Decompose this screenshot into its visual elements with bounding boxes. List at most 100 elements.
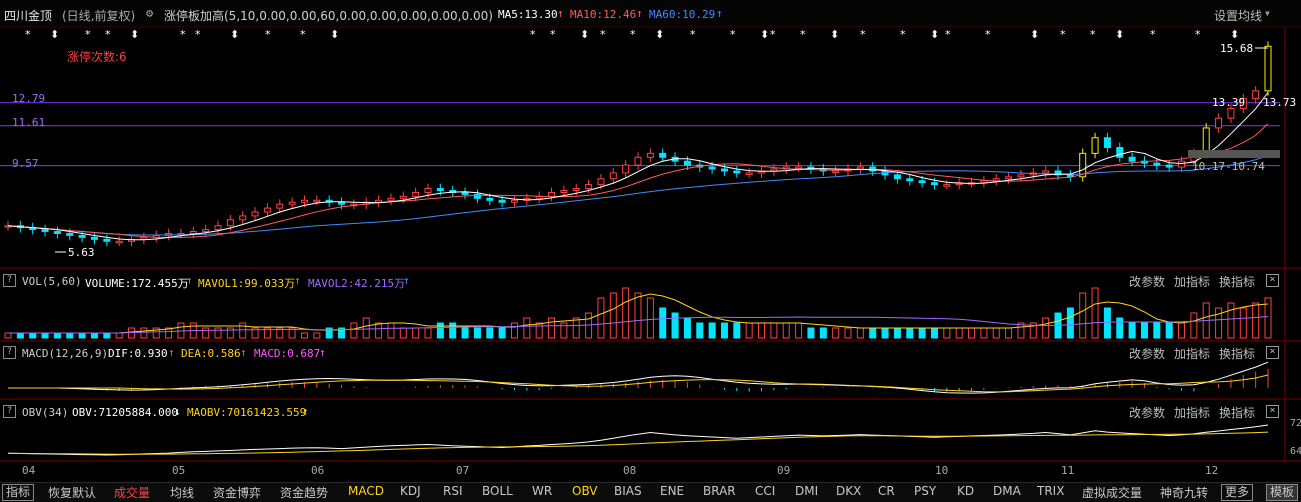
tab-fund-trend[interactable]: 资金趋势 [280,484,328,501]
star-marker-icon: * [1150,28,1156,41]
candle-body [560,190,568,193]
volume-bar [930,327,938,339]
mavol1-arrow-icon: ↑ [294,274,301,287]
stock-name[interactable]: 四川金顶 [4,7,52,24]
candle-body [115,240,123,244]
settings-ma-button[interactable]: 设置均线 [1214,7,1262,24]
star-marker-icon: * [195,28,201,41]
candle-body [856,166,864,170]
chevron-down-icon[interactable]: ▼ [1265,9,1270,18]
obv-help-button[interactable]: ? [3,405,16,418]
star-marker-icon: * [265,28,271,41]
obv-maobv: MAOBV:70161423.559 [187,406,307,419]
volume-bar [436,322,444,339]
volume-bar [1165,322,1173,339]
tab-magic-nine[interactable]: 神奇九转 [1160,484,1208,501]
obv-close-icon[interactable]: × [1266,405,1279,418]
macd-dea: DEA:0.586 [181,347,241,360]
candle-body [720,168,728,172]
candle-body [646,152,654,158]
macd-add-indicator-button[interactable]: 加指标 [1174,345,1210,362]
star-marker-icon: * [800,28,806,41]
arrow-marker-icon: ⬍ [1115,28,1124,41]
candle-body [745,172,753,175]
tab-boll[interactable]: BOLL [482,484,513,498]
vol-change-params-button[interactable]: 改参数 [1129,273,1165,290]
arrow-marker-icon: ⬍ [930,28,939,41]
macd-help-button[interactable]: ? [3,346,16,359]
candle-body [893,174,901,180]
volume-bar [90,332,98,339]
vol-add-indicator-button[interactable]: 加指标 [1174,273,1210,290]
macd-close-icon[interactable]: × [1266,346,1279,359]
vol-arrow-icon: ↑ [186,274,193,287]
volume-bar [597,297,605,339]
tab-rsi[interactable]: RSI [443,484,463,498]
vol-switch-indicator-button[interactable]: 换指标 [1219,273,1255,290]
volume-bar [510,322,518,339]
volume-bar [1079,292,1087,339]
macd-dif: DIF:0.930 [108,347,168,360]
obv-scale-top: 72 [1290,418,1301,429]
tab-more[interactable]: 更多 [1221,484,1254,501]
level-label-2: 11.61 [12,116,46,129]
candle-body [1215,117,1223,129]
candle-body [585,184,593,190]
volume-bar [856,327,864,339]
macd-change-params-button[interactable]: 改参数 [1129,345,1165,362]
volume-bar [53,332,61,339]
ma60-arrow-icon: ↑ [716,7,723,20]
arrow-marker-icon: ⬍ [580,28,589,41]
tab-brar[interactable]: BRAR [703,484,736,498]
tab-trix[interactable]: TRIX [1037,484,1064,498]
gear-icon[interactable]: ⚙ [146,6,153,20]
vol-help-button[interactable]: ? [3,274,16,287]
tab-virtual-volume[interactable]: 虚拟成交量 [1082,484,1142,501]
tab-ene[interactable]: ENE [660,484,684,498]
tab-dkx[interactable]: DKX [836,484,861,498]
tab-macd[interactable]: MACD [348,484,384,498]
tab-obv[interactable]: OBV [572,484,598,498]
candle-body [189,231,197,235]
arrow-marker-icon: ⬍ [330,28,339,41]
tab-volume[interactable]: 成交量 [114,484,150,501]
tab-cr[interactable]: CR [878,484,895,498]
obv-title[interactable]: OBV(34) [22,406,68,419]
volume-bar [1190,312,1198,339]
candle-body [1153,162,1161,166]
tab-ma[interactable]: 均线 [170,484,194,501]
candle-body [387,197,395,201]
tab-kdj[interactable]: KDJ [400,484,421,498]
macd-title[interactable]: MACD(12,26,9) [22,347,108,360]
candle-body [770,168,778,172]
obv-switch-indicator-button[interactable]: 换指标 [1219,404,1255,421]
volume-bar [943,327,951,339]
mavol2-arrow-icon: ↑ [403,274,410,287]
obv-add-indicator-button[interactable]: 加指标 [1174,404,1210,421]
tab-psy[interactable]: PSY [914,484,936,498]
tab-wr[interactable]: WR [532,484,552,498]
tab-dmi[interactable]: DMI [795,484,818,498]
macd-switch-indicator-button[interactable]: 换指标 [1219,345,1255,362]
volume-bar [399,327,407,339]
tab-kd[interactable]: KD [957,484,974,498]
tab-indicator[interactable]: 指标 [2,484,35,501]
candle-body [251,211,259,217]
candle-body [461,191,469,195]
candle-body [424,188,432,193]
vol-close-icon[interactable]: × [1266,274,1279,287]
tab-template[interactable]: 模板 [1266,484,1299,501]
candle-body [436,188,444,192]
volume-bar [696,322,704,339]
volume-bar [832,327,840,339]
tab-restore-default[interactable]: 恢复默认 [48,484,96,501]
volume-bar [412,327,420,339]
candle-body [1005,176,1013,180]
obv-change-params-button[interactable]: 改参数 [1129,404,1165,421]
tab-bias[interactable]: BIAS [614,484,642,498]
vol-title[interactable]: VOL(5,60) [22,275,82,288]
tab-cci[interactable]: CCI [755,484,775,498]
candle-body [103,238,111,242]
tab-dma[interactable]: DMA [993,484,1021,498]
tab-fund-game[interactable]: 资金博弈 [213,484,261,501]
